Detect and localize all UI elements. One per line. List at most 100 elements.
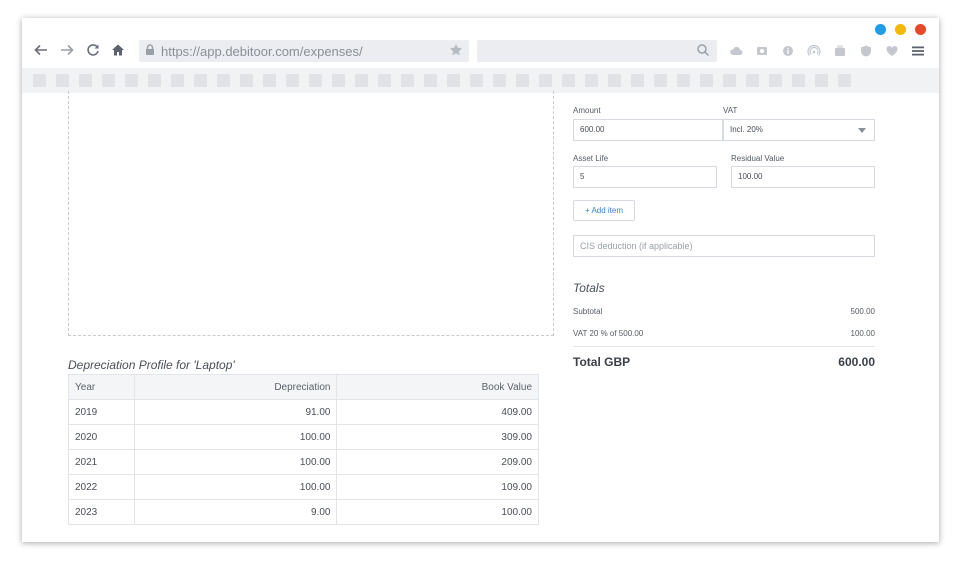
bookmark-item[interactable]	[378, 74, 391, 87]
table-row: 2022 100.00 109.00	[68, 474, 539, 500]
bookmark-item[interactable]	[240, 74, 253, 87]
bookmark-item[interactable]	[401, 74, 414, 87]
bookmark-item[interactable]	[33, 74, 46, 87]
cloud-icon[interactable]	[727, 42, 745, 60]
briefcase-icon[interactable]	[831, 42, 849, 60]
home-icon[interactable]	[109, 41, 127, 59]
back-icon[interactable]	[32, 41, 50, 59]
bookmark-item[interactable]	[769, 74, 782, 87]
bookmark-item[interactable]	[102, 74, 115, 87]
lock-icon	[145, 42, 155, 60]
grand-total-row: Total GBP 600.00	[573, 355, 875, 369]
url-text: https://app.debitoor.com/expenses/	[161, 43, 363, 59]
forward-icon[interactable]	[58, 41, 76, 59]
residual-value-input[interactable]: 100.00	[731, 166, 875, 188]
bookmark-item[interactable]	[562, 74, 575, 87]
column-header-depreciation: Depreciation	[133, 374, 338, 400]
grand-total-value: 600.00	[838, 355, 875, 369]
totals-title: Totals	[573, 281, 605, 295]
bookmark-item[interactable]	[447, 74, 460, 87]
address-bar[interactable]: https://app.debitoor.com/expenses/	[139, 40, 469, 62]
star-icon[interactable]	[449, 43, 463, 62]
bookmark-item[interactable]	[608, 74, 621, 87]
bookmark-item[interactable]	[470, 74, 483, 87]
subtotal-value: 500.00	[850, 307, 875, 316]
hamburger-menu-icon[interactable]	[909, 42, 927, 60]
bookmark-item[interactable]	[332, 74, 345, 87]
heart-icon[interactable]	[883, 42, 901, 60]
bookmark-item[interactable]	[56, 74, 69, 87]
table-row: 2021 100.00 209.00	[68, 449, 539, 475]
amount-label: Amount	[573, 106, 601, 115]
book-value-cell: 409.00	[336, 399, 539, 425]
book-value-cell: 109.00	[336, 474, 539, 500]
reload-icon[interactable]	[84, 41, 102, 59]
bookmark-item[interactable]	[217, 74, 230, 87]
table-row: 2019 91.00 409.00	[68, 399, 539, 425]
bookmark-item[interactable]	[171, 74, 184, 87]
bookmark-item[interactable]	[79, 74, 92, 87]
vat-label: VAT	[723, 106, 738, 115]
bookmark-item[interactable]	[148, 74, 161, 87]
bookmark-item[interactable]	[194, 74, 207, 87]
vat-total-label: VAT 20 % of 500.00	[573, 329, 644, 338]
minimize-button[interactable]	[875, 24, 886, 35]
add-item-button[interactable]: + Add item	[573, 200, 635, 221]
bookmark-item[interactable]	[838, 74, 851, 87]
shield-icon[interactable]	[857, 42, 875, 60]
close-button[interactable]	[915, 24, 926, 35]
depreciation-cell: 100.00	[133, 474, 338, 500]
bookmark-item[interactable]	[263, 74, 276, 87]
browser-window: https://app.debitoor.com/expenses/ Depre…	[22, 18, 939, 542]
bookmark-item[interactable]	[539, 74, 552, 87]
column-header-year: Year	[68, 374, 135, 400]
bookmark-item[interactable]	[516, 74, 529, 87]
bookmark-item[interactable]	[493, 74, 506, 87]
search-icon[interactable]	[696, 43, 710, 62]
bookmark-item[interactable]	[700, 74, 713, 87]
bookmark-item[interactable]	[125, 74, 138, 87]
navigation-bar: https://app.debitoor.com/expenses/	[22, 38, 939, 64]
chevron-down-icon	[858, 128, 866, 133]
depreciation-cell: 9.00	[133, 499, 338, 525]
bookmark-item[interactable]	[286, 74, 299, 87]
year-cell: 2023	[68, 499, 135, 525]
table-row: 2020 100.00 309.00	[68, 424, 539, 450]
book-value-cell: 100.00	[336, 499, 539, 525]
vat-select[interactable]: Incl. 20%	[723, 119, 875, 141]
vat-select-value: Incl. 20%	[730, 125, 763, 134]
bookmark-item[interactable]	[585, 74, 598, 87]
bookmark-item[interactable]	[792, 74, 805, 87]
bookmark-item[interactable]	[723, 74, 736, 87]
subtotal-row: Subtotal 500.00	[573, 307, 875, 316]
year-cell: 2020	[68, 424, 135, 450]
browser-chrome: https://app.debitoor.com/expenses/	[22, 18, 939, 93]
table-header-row: Year Depreciation Book Value	[68, 374, 539, 400]
cis-deduction-input[interactable]: CIS deduction (if applicable)	[573, 235, 875, 257]
camera-icon[interactable]	[753, 42, 771, 60]
bookmark-item[interactable]	[654, 74, 667, 87]
bookmark-item[interactable]	[677, 74, 690, 87]
maximize-button[interactable]	[895, 24, 906, 35]
receipt-dropzone[interactable]	[68, 91, 554, 336]
asset-life-input[interactable]: 5	[573, 166, 717, 188]
bookmark-item[interactable]	[631, 74, 644, 87]
bookmark-item[interactable]	[355, 74, 368, 87]
year-cell: 2022	[68, 474, 135, 500]
bookmark-item[interactable]	[815, 74, 828, 87]
broadcast-icon[interactable]	[805, 42, 823, 60]
year-cell: 2021	[68, 449, 135, 475]
search-bar[interactable]	[477, 40, 717, 62]
bookmark-item[interactable]	[309, 74, 322, 87]
depreciation-title: Depreciation Profile for 'Laptop'	[68, 358, 235, 372]
bookmark-item[interactable]	[424, 74, 437, 87]
info-icon[interactable]	[779, 42, 797, 60]
bookmark-item[interactable]	[746, 74, 759, 87]
asset-life-label: Asset Life	[573, 154, 609, 163]
amount-input[interactable]: 600.00	[573, 119, 723, 141]
depreciation-table: Year Depreciation Book Value 2019 91.00 …	[68, 374, 539, 525]
book-value-cell: 209.00	[336, 449, 539, 475]
depreciation-cell: 100.00	[133, 449, 338, 475]
page-content: Depreciation Profile for 'Laptop' Year D…	[22, 91, 939, 542]
bookmarks-bar	[22, 68, 939, 93]
